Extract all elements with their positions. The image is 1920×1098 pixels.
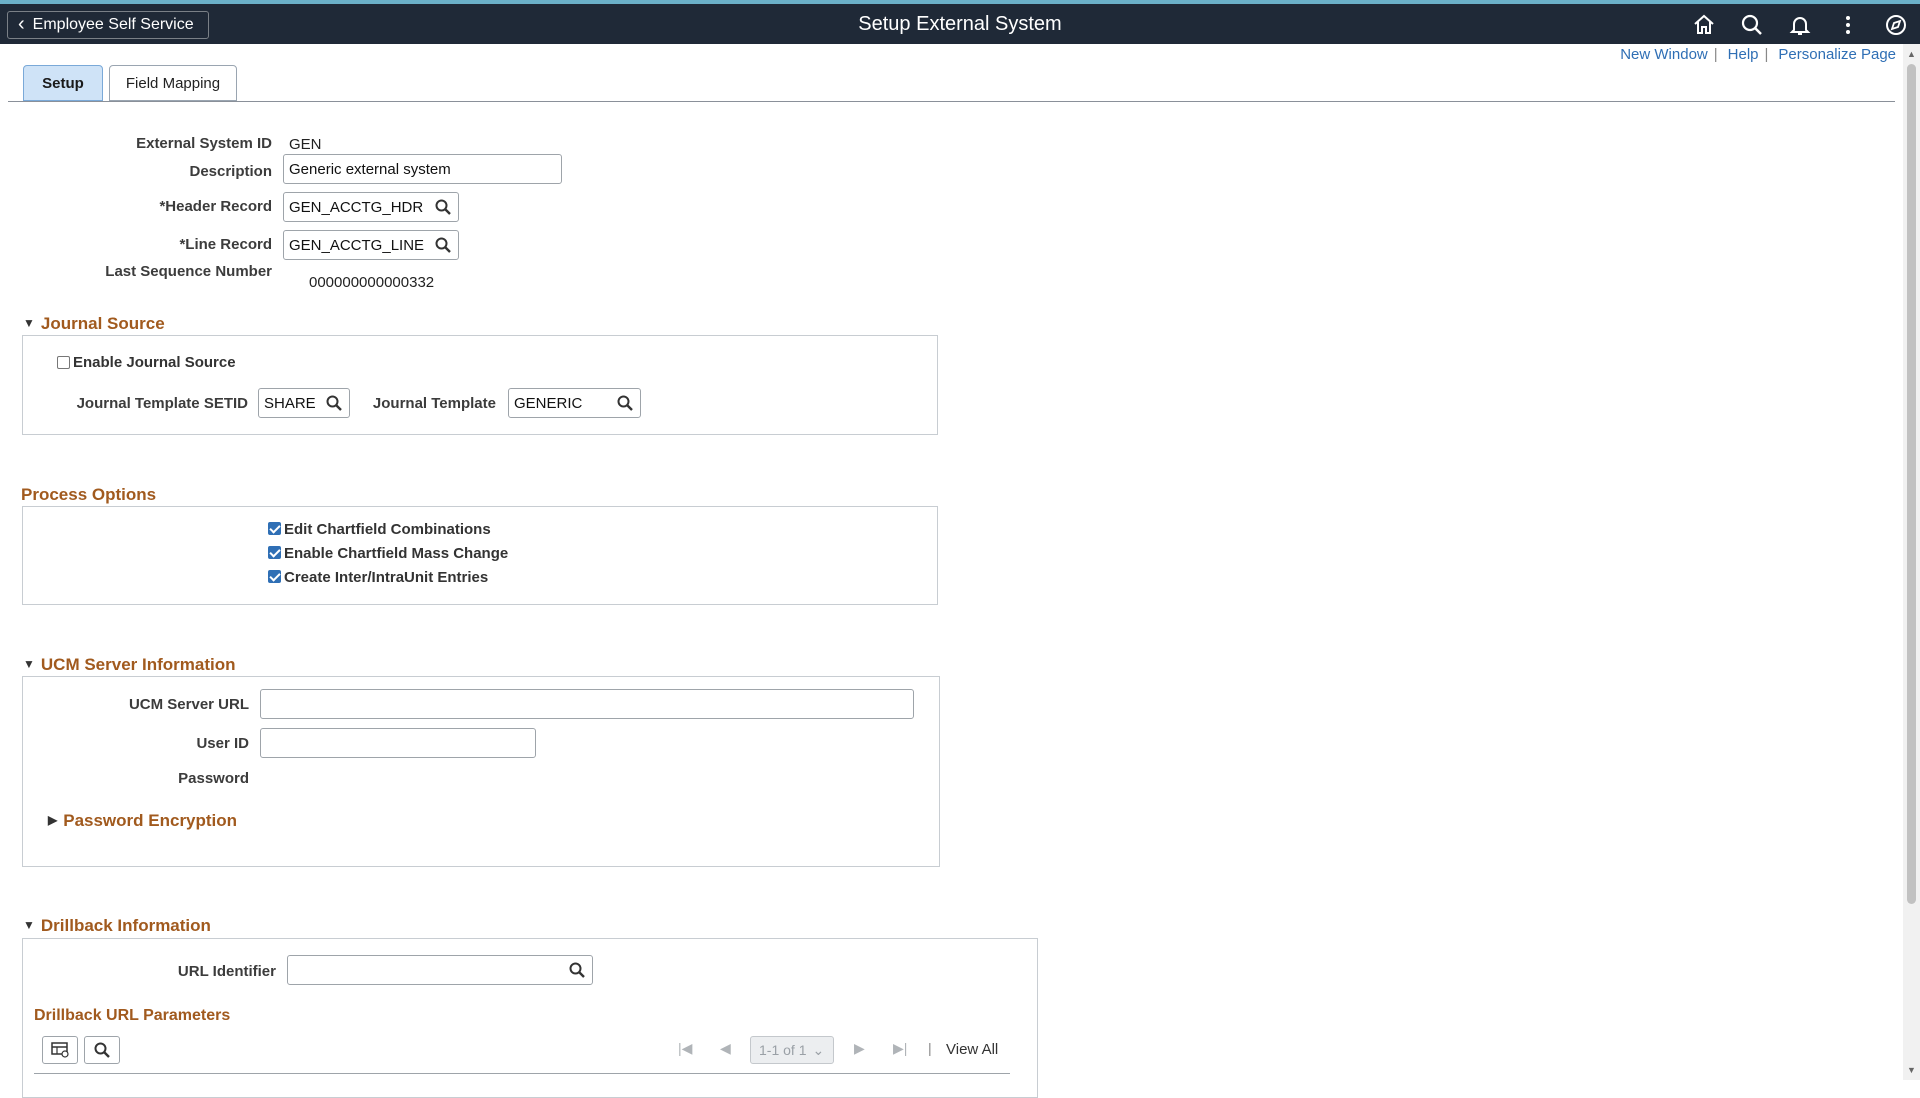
password-encryption-label: Password Encryption [63,811,238,830]
journal-source-section-header[interactable]: ▼ Journal Source [23,314,165,334]
line-record-label: *Line Record [179,236,272,253]
tab-setup[interactable]: Setup [23,65,103,101]
page-title: Setup External System [858,13,1062,35]
drillback-section-header[interactable]: ▼ Drillback Information [23,916,211,936]
vertical-scrollbar[interactable]: ▲ ▼ [1903,44,1920,1080]
header-record-value: GEN_ACCTG_HDR [289,198,424,216]
grid-settings-icon [51,1042,69,1058]
collapse-triangle-icon: ▼ [23,918,35,932]
enable-chartfield-mass-change-label[interactable]: Enable Chartfield Mass Change [284,545,508,562]
personalize-page-link[interactable]: Personalize Page [1778,46,1896,63]
drillback-params-title: Drillback URL Parameters [34,1007,231,1024]
page-links: New Window | Help | Personalize Page [1620,46,1896,63]
enable-journal-source-checkbox[interactable] [57,356,70,369]
grid-table-header [34,1073,1010,1074]
tab-field-mapping[interactable]: Field Mapping [109,65,237,101]
home-icon[interactable] [1680,10,1728,40]
help-link[interactable]: Help [1728,46,1759,63]
link-separator: | [1764,46,1769,63]
journal-template-field[interactable]: GENERIC [508,388,641,418]
previous-page-icon[interactable]: ◀ [720,1040,731,1057]
url-identifier-field[interactable] [287,955,593,985]
external-system-id-label: External System ID [136,135,272,152]
user-id-label: User ID [196,735,249,752]
create-interunit-entries-label[interactable]: Create Inter/IntraUnit Entries [284,569,488,586]
description-label: Description [189,163,272,180]
last-sequence-value: 000000000000332 [309,274,435,291]
pager-divider: | [928,1040,932,1056]
password-label: Password [178,770,249,787]
tab-divider [8,101,1895,102]
journal-template-setid-label: Journal Template SETID [76,395,248,412]
description-value: Generic external system [289,160,451,178]
edit-chartfield-combinations-checkbox[interactable] [268,522,281,535]
description-field[interactable]: Generic external system [283,154,562,184]
edit-chartfield-combinations-label[interactable]: Edit Chartfield Combinations [284,521,491,538]
search-icon[interactable] [434,236,452,254]
collapse-triangle-icon: ▼ [23,657,35,671]
search-icon [94,1042,110,1058]
journal-template-setid-field[interactable]: SHARE [258,388,350,418]
chevron-down-icon: ⌄ [812,1041,825,1058]
search-icon[interactable] [325,394,343,412]
ucm-title: UCM Server Information [40,655,236,674]
search-icon[interactable] [434,198,452,216]
compass-icon[interactable] [1872,10,1920,40]
header-record-field[interactable]: GEN_ACCTG_HDR [283,192,459,222]
journal-template-value: GENERIC [514,394,583,412]
first-page-icon[interactable]: |◀ [678,1040,692,1057]
line-record-field[interactable]: GEN_ACCTG_LINE [283,230,459,260]
scroll-up-icon[interactable]: ▲ [1903,46,1920,62]
pager-value: 1-1 of 1 [759,1042,807,1058]
search-icon[interactable] [568,961,586,979]
last-page-icon[interactable]: ▶| [893,1040,907,1057]
bell-icon[interactable] [1776,10,1824,40]
more-vertical-icon[interactable] [1824,10,1872,40]
url-identifier-label: URL Identifier [177,963,276,980]
create-interunit-entries-checkbox[interactable] [268,570,281,583]
scroll-thumb[interactable] [1907,64,1916,904]
next-page-icon[interactable]: ▶ [854,1040,865,1057]
journal-template-setid-value: SHARE [264,394,316,412]
new-window-link[interactable]: New Window [1620,46,1708,63]
scroll-down-icon[interactable]: ▼ [1903,1062,1920,1078]
link-separator: | [1713,46,1718,63]
password-encryption-toggle[interactable]: ▶ Password Encryption [48,811,237,831]
enable-chartfield-mass-change-checkbox[interactable] [268,546,281,559]
user-id-field[interactable] [260,728,536,758]
collapse-triangle-icon: ▼ [23,316,35,330]
grid-personalize-button[interactable] [42,1036,78,1064]
ucm-section-header[interactable]: ▼ UCM Server Information [23,655,235,675]
header-record-label: *Header Record [159,198,272,215]
last-sequence-label: Last Sequence Number [105,263,272,280]
journal-template-label: Journal Template [372,395,496,412]
grid-find-button[interactable] [84,1036,120,1064]
process-options-title: Process Options [21,485,157,504]
header-bar: ‹ Employee Self Service Setup External S… [0,0,1920,44]
ucm-server-url-label: UCM Server URL [128,696,249,713]
journal-source-title: Journal Source [40,314,165,333]
pager-select[interactable]: 1-1 of 1 ⌄ [750,1036,834,1064]
search-icon[interactable] [1728,10,1776,40]
external-system-id-value: GEN [289,136,322,153]
expand-triangle-icon: ▶ [48,813,58,827]
view-all-link[interactable]: View All [946,1041,998,1058]
search-icon[interactable] [616,394,634,412]
header-actions [1680,10,1920,40]
journal-source-box [22,335,938,435]
ucm-server-url-field[interactable] [260,689,914,719]
drillback-title: Drillback Information [40,916,211,935]
line-record-value: GEN_ACCTG_LINE [289,236,425,254]
enable-journal-source-label[interactable]: Enable Journal Source [73,354,236,371]
